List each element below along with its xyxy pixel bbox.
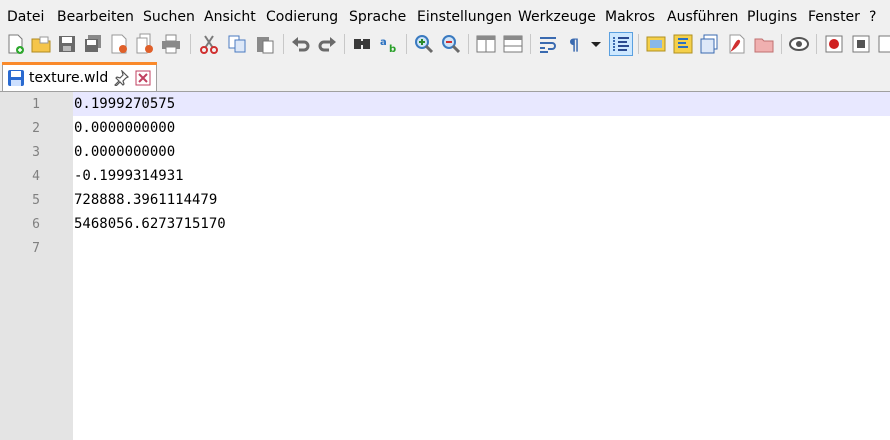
replace-icon[interactable]: ab [378,33,400,55]
menu-codierung[interactable]: Codierung [266,9,338,25]
zoom-in-icon[interactable] [413,33,435,55]
tab-active-indicator [2,62,157,65]
save-all-icon[interactable] [82,33,104,55]
line-number: 7 [32,241,40,256]
menu-bearbeiten[interactable]: Bearbeiten [57,9,134,25]
sync-horizontal-icon[interactable] [502,33,524,55]
svg-text:¶: ¶ [569,35,579,54]
menu-ansicht[interactable]: Ansicht [204,9,256,25]
toolbar-separator [190,34,191,54]
menu-plugins[interactable]: Plugins [747,9,797,25]
close-icon[interactable] [108,33,130,55]
close-all-icon[interactable] [134,33,156,55]
svg-text:b: b [389,44,396,55]
code-line: 728888.3961114479 [74,192,218,208]
word-wrap-icon[interactable] [537,33,559,55]
menu-help[interactable]: ? [869,9,876,25]
cut-icon[interactable] [198,33,220,55]
toolbar-separator [530,34,531,54]
print-icon[interactable] [160,33,182,55]
current-line-highlight [73,92,890,116]
menu-makros[interactable]: Makros [605,9,655,25]
folder-icon[interactable] [753,33,775,55]
find-icon[interactable] [351,33,373,55]
code-line: 0.1999270575 [74,96,176,112]
toolbar-separator [406,34,407,54]
save-icon[interactable] [56,33,78,55]
toolbar-separator [816,34,817,54]
menu-bar: Datei Bearbeiten Suchen Ansicht Codierun… [0,0,890,34]
menu-suchen[interactable]: Suchen [143,9,195,25]
toolbar: ab ¶ [0,30,890,58]
toolbar-separator [468,34,469,54]
svg-text:a: a [380,37,387,48]
toolbar-separator [781,34,782,54]
tab-texture-wld[interactable]: texture.wld [2,62,157,92]
toolbar-separator [638,34,639,54]
chevron-down-icon[interactable] [589,33,603,55]
menu-werkzeuge[interactable]: Werkzeuge [518,9,596,25]
menu-datei[interactable]: Datei [7,9,44,25]
line-number: 3 [32,145,40,160]
code-line: -0.1999314931 [74,168,184,184]
pin-icon[interactable] [113,69,130,87]
code-line: 0.0000000000 [74,144,176,160]
pdf-icon[interactable] [726,33,748,55]
menu-fenster[interactable]: Fenster [808,9,860,25]
stop-record-icon[interactable] [850,33,872,55]
line-number: 4 [32,169,40,184]
line-number: 2 [32,121,40,136]
save-icon [7,69,25,87]
menu-sprache[interactable]: Sprache [349,9,406,25]
play-macro-icon[interactable] [876,33,890,55]
document-map-icon[interactable] [645,33,667,55]
monitoring-icon[interactable] [788,33,810,55]
undo-icon[interactable] [290,33,312,55]
folder-as-workspace-icon[interactable] [699,33,721,55]
indent-guide-icon[interactable] [609,32,633,56]
show-all-chars-icon[interactable]: ¶ [564,33,586,55]
menu-einstellungen[interactable]: Einstellungen [417,9,512,25]
code-line: 5468056.6273715170 [74,216,226,232]
copy-icon[interactable] [226,33,248,55]
toolbar-separator [344,34,345,54]
redo-icon[interactable] [316,33,338,55]
open-file-icon[interactable] [30,33,52,55]
function-list-icon[interactable] [672,33,694,55]
code-line: 0.0000000000 [74,120,176,136]
new-file-icon[interactable] [4,33,26,55]
menu-ausfuehren[interactable]: Ausführen [667,9,738,25]
paste-icon[interactable] [254,33,276,55]
line-number: 1 [32,97,40,112]
zoom-out-icon[interactable] [440,33,462,55]
close-tab-icon[interactable] [135,70,151,86]
tab-strip: texture.wld [0,58,890,92]
line-number: 5 [32,193,40,208]
line-number-gutter[interactable]: 1 2 3 4 5 6 7 [0,92,73,440]
sync-vertical-icon[interactable] [475,33,497,55]
record-macro-icon[interactable] [823,33,845,55]
tab-label: texture.wld [29,70,109,86]
toolbar-separator [283,34,284,54]
line-number: 6 [32,217,40,232]
text-editor[interactable]: 0.1999270575 0.0000000000 0.0000000000 -… [73,92,890,440]
